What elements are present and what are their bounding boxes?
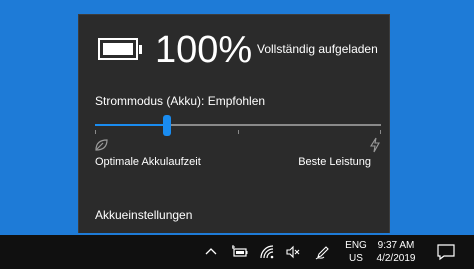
battery-flyout: 100% Vollständig aufgeladen Strommodus (…: [78, 14, 390, 233]
lightning-icon: [369, 137, 381, 153]
clock-date: 4/2/2019: [376, 253, 416, 264]
input-language[interactable]: ENG US: [345, 239, 367, 265]
slider-tick: [238, 130, 239, 134]
volume-muted-icon[interactable]: [285, 244, 301, 260]
slider-thumb[interactable]: [163, 115, 171, 136]
taskbar: ENG US 9:37 AM 4/2/2019: [0, 235, 474, 269]
battery-icon: [98, 38, 138, 60]
pen-icon[interactable]: [315, 244, 331, 260]
clock-time: 9:37 AM: [377, 240, 415, 251]
power-mode-label: Strommodus (Akku): Empfohlen: [95, 94, 266, 108]
chevron-up-icon[interactable]: [203, 244, 219, 260]
battery-plug-icon[interactable]: [231, 244, 249, 260]
battery-percentage: 100%: [155, 29, 253, 71]
language-code: ENG: [345, 240, 367, 251]
leaf-icon: [93, 137, 109, 153]
power-mode-slider[interactable]: [95, 115, 381, 136]
region-code: US: [349, 253, 363, 264]
slider-tick: [95, 130, 96, 134]
battery-tip: [139, 45, 142, 54]
wifi-icon[interactable]: [259, 244, 275, 260]
notification-icon[interactable]: [436, 243, 456, 261]
clock[interactable]: 9:37 AM 4/2/2019: [372, 239, 420, 265]
battery-settings-link[interactable]: Akkueinstellungen: [95, 208, 192, 222]
best-battery-label: Optimale Akkulaufzeit: [95, 156, 201, 168]
slider-tick: [380, 130, 381, 134]
slider-track-fill: [95, 124, 167, 126]
best-performance-label: Beste Leistung: [298, 156, 371, 168]
battery-status: Vollständig aufgeladen: [257, 42, 378, 56]
